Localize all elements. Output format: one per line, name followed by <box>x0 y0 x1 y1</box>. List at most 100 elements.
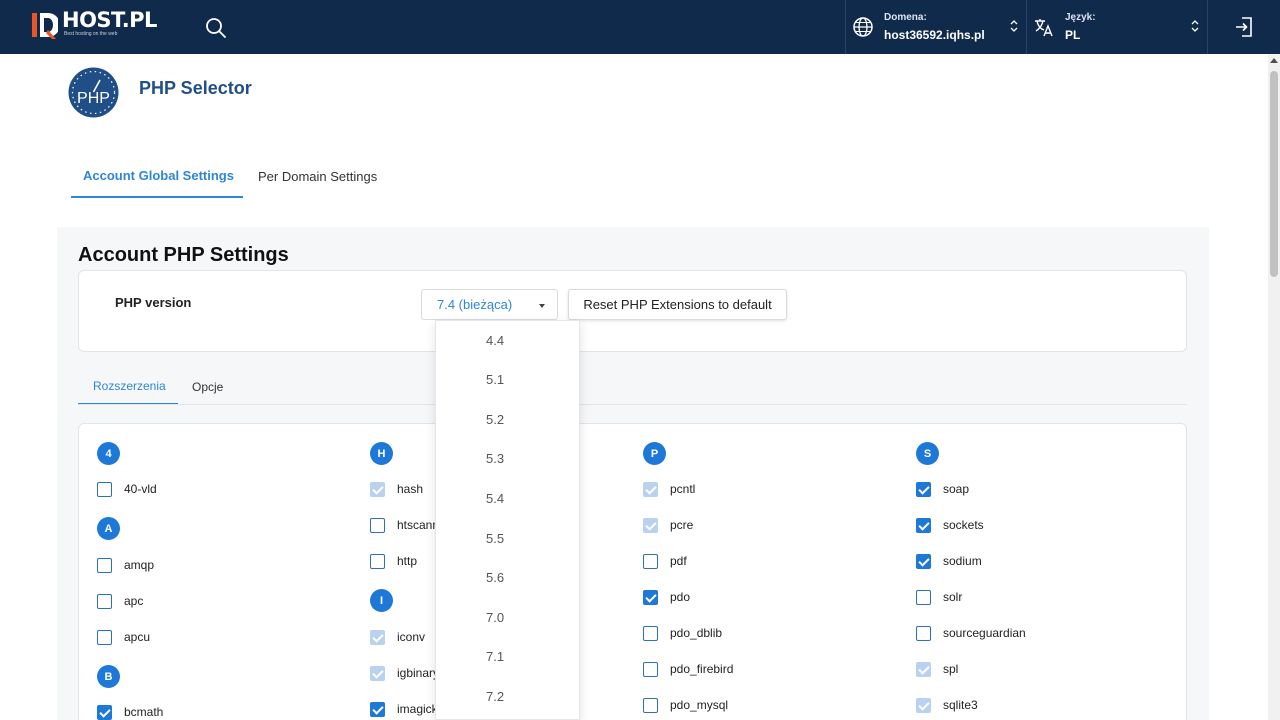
checkbox[interactable] <box>370 553 385 569</box>
checkbox[interactable] <box>97 629 112 645</box>
search-button[interactable] <box>204 16 228 40</box>
extension-item[interactable]: igbinary <box>370 665 439 681</box>
checkbox[interactable] <box>97 593 112 609</box>
letter-badge: I <box>370 589 393 612</box>
extension-item[interactable]: sockets <box>916 517 984 533</box>
checkbox[interactable] <box>643 553 658 569</box>
domain-label: Domena: <box>884 12 927 23</box>
tab-account-global-settings[interactable]: Account Global Settings <box>71 168 243 198</box>
php-logo-icon: PHP <box>68 67 119 118</box>
extension-name: bcmath <box>124 705 164 719</box>
checkbox[interactable] <box>916 589 931 605</box>
extension-name: apcu <box>124 630 151 644</box>
version-option[interactable]: 7.0 <box>486 610 504 625</box>
checkbox[interactable] <box>643 697 658 713</box>
scroll-up-arrow-icon[interactable] <box>1270 58 1278 63</box>
version-option[interactable]: 5.5 <box>486 531 504 546</box>
extension-item[interactable]: http <box>370 553 417 569</box>
scrollbar-thumb[interactable] <box>1270 71 1278 277</box>
version-option[interactable]: 5.2 <box>486 412 504 427</box>
extension-item[interactable]: spl <box>916 661 958 677</box>
checkbox[interactable] <box>370 481 385 497</box>
extension-item[interactable]: soap <box>916 481 969 497</box>
checkbox[interactable] <box>97 557 112 573</box>
extension-name: pcre <box>670 518 694 532</box>
letter-badge: A <box>97 517 120 540</box>
checkbox[interactable] <box>370 629 385 645</box>
checkbox[interactable] <box>370 665 385 681</box>
extension-item[interactable]: sodium <box>916 553 982 569</box>
checkbox[interactable] <box>916 481 931 497</box>
extension-name: sockets <box>943 518 984 532</box>
extension-item[interactable]: bcmath <box>97 704 163 720</box>
extension-name: solr <box>943 590 963 604</box>
translate-icon <box>1035 19 1053 37</box>
extension-name: pdo <box>670 590 691 604</box>
letter-badge: P <box>643 442 666 465</box>
domain-value: host36592.iqhs.pl <box>884 28 985 42</box>
language-selector[interactable]: Język: PL <box>1026 0 1207 54</box>
extension-item[interactable]: amqp <box>97 557 154 573</box>
php-version-dropdown[interactable]: 4.4 5.1 5.2 5.3 5.4 5.5 5.6 7.0 7.1 7.2 <box>435 320 580 720</box>
version-option[interactable]: 5.3 <box>486 451 504 466</box>
extension-item[interactable]: pdo_mysql <box>643 697 728 713</box>
extension-name: sourceguardian <box>943 626 1026 640</box>
extension-item[interactable]: hash <box>370 481 423 497</box>
checkbox[interactable] <box>643 661 658 677</box>
extension-item[interactable]: iconv <box>370 629 425 645</box>
extension-item[interactable]: pdo_firebird <box>643 661 733 677</box>
host-pl-logo[interactable]: HOST.PL Best hosting on the web <box>30 10 157 42</box>
page-scrollbar[interactable] <box>1268 54 1280 720</box>
extension-item[interactable]: pcntl <box>643 481 695 497</box>
extension-item[interactable]: imagick <box>370 701 438 717</box>
language-label: Język: <box>1065 12 1096 23</box>
tab-extensions[interactable]: Rozszerzenia <box>78 379 178 405</box>
extension-name: soap <box>943 482 970 496</box>
extension-item[interactable]: solr <box>916 589 962 605</box>
up-down-caret-icon <box>1191 20 1199 32</box>
extension-item[interactable]: apc <box>97 593 143 609</box>
extension-name: spl <box>943 662 959 676</box>
extension-name: iconv <box>397 630 426 644</box>
checkbox[interactable] <box>916 625 931 641</box>
checkbox[interactable] <box>643 517 658 533</box>
checkbox[interactable] <box>97 704 112 720</box>
logout-button[interactable] <box>1207 0 1280 54</box>
extension-item[interactable]: pdo <box>643 589 690 605</box>
checkbox[interactable] <box>97 481 112 497</box>
extension-item[interactable]: 40-vld <box>97 481 157 497</box>
checkbox[interactable] <box>643 481 658 497</box>
version-option[interactable]: 7.2 <box>486 689 504 704</box>
extension-item[interactable]: pcre <box>643 517 693 533</box>
checkbox[interactable] <box>370 701 385 717</box>
tab-options[interactable]: Opcje <box>192 380 223 394</box>
version-option[interactable]: 4.4 <box>486 333 504 348</box>
extension-item[interactable]: apcu <box>97 629 150 645</box>
top-bar: HOST.PL Best hosting on the web Domena: … <box>0 0 1280 54</box>
extension-name: pdf <box>670 554 687 568</box>
extension-item[interactable]: sourceguardian <box>916 625 1026 641</box>
extension-item[interactable]: sqlite3 <box>916 697 978 713</box>
domain-selector[interactable]: Domena: host36592.iqhs.pl <box>845 0 1026 54</box>
version-option[interactable]: 5.4 <box>486 491 504 506</box>
checkbox[interactable] <box>916 553 931 569</box>
globe-icon <box>853 17 873 37</box>
extension-item[interactable]: pdo_dblib <box>643 625 722 641</box>
checkbox[interactable] <box>643 589 658 605</box>
checkbox[interactable] <box>916 661 931 677</box>
extension-name: sodium <box>943 554 982 568</box>
reset-extensions-button[interactable]: Reset PHP Extensions to default <box>568 289 787 320</box>
version-option[interactable]: 7.1 <box>486 649 504 664</box>
version-option[interactable]: 5.6 <box>486 570 504 585</box>
checkbox[interactable] <box>370 517 385 533</box>
php-version-select[interactable]: 7.4 (bieżąca) <box>421 289 558 320</box>
version-option[interactable]: 5.1 <box>486 372 504 387</box>
checkbox[interactable] <box>643 625 658 641</box>
extension-item[interactable]: pdf <box>643 553 687 569</box>
tab-per-domain-settings[interactable]: Per Domain Settings <box>258 169 377 184</box>
checkbox[interactable] <box>916 517 931 533</box>
dropdown-arrow-icon <box>539 304 545 308</box>
subtab-divider <box>78 404 1187 405</box>
checkbox[interactable] <box>916 697 931 713</box>
php-version-label: PHP version <box>115 295 192 310</box>
